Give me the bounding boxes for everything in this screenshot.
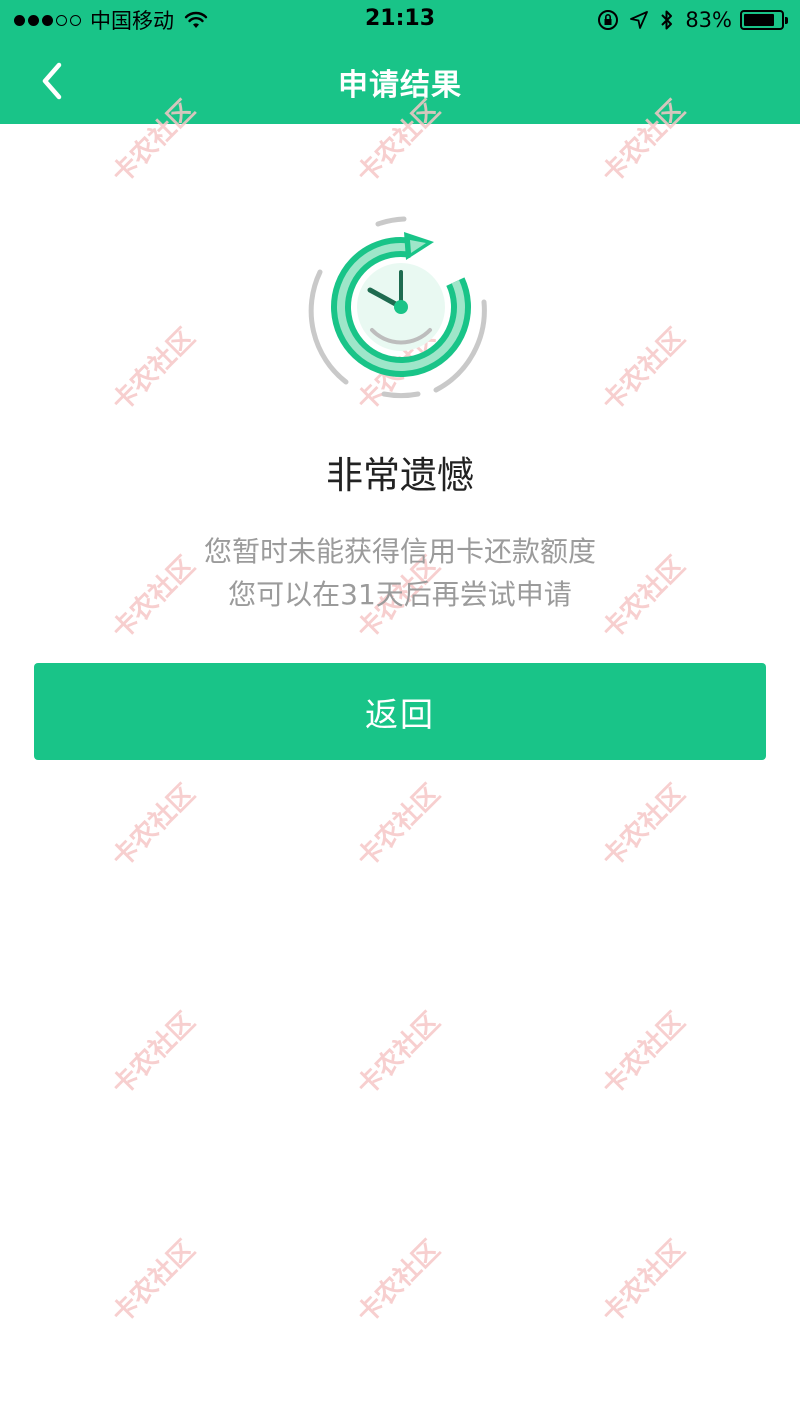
battery-icon bbox=[740, 10, 788, 30]
status-bar: 中国移动 21:13 83% bbox=[0, 0, 800, 40]
battery-level-fill bbox=[744, 14, 774, 26]
bluetooth-icon bbox=[661, 10, 673, 30]
return-button-label: 返回 bbox=[365, 694, 435, 734]
status-bar-right: 83% bbox=[587, 6, 788, 34]
page-title: 申请结果 bbox=[338, 68, 462, 103]
watermark: 卡农社区 bbox=[351, 1234, 447, 1330]
watermark: 卡农社区 bbox=[596, 1234, 692, 1330]
orientation-lock-icon bbox=[598, 10, 619, 30]
result-screen: 中国移动 21:13 83% 申请结果 卡农社区 卡农社区 卡农社区 卡农社区 … bbox=[0, 0, 800, 1423]
result-message-line: 您可以在31天后再尝试申请 bbox=[228, 578, 572, 611]
navigation-bar: 申请结果 bbox=[0, 40, 800, 124]
watermark: 卡农社区 bbox=[106, 778, 202, 874]
battery-percentage: 83% bbox=[685, 8, 732, 32]
clock-refresh-icon bbox=[308, 216, 487, 399]
watermark: 卡农社区 bbox=[106, 1006, 202, 1102]
watermark: 卡农社区 bbox=[596, 322, 692, 418]
watermark: 卡农社区 bbox=[596, 778, 692, 874]
location-arrow-icon bbox=[630, 11, 649, 29]
return-button[interactable]: 返回 bbox=[34, 663, 766, 760]
battery-cap bbox=[785, 17, 788, 24]
watermark: 卡农社区 bbox=[351, 778, 447, 874]
watermark: 卡农社区 bbox=[596, 1006, 692, 1102]
watermark: 卡农社区 bbox=[351, 1006, 447, 1102]
result-title: 非常遗憾 bbox=[326, 454, 474, 497]
watermark: 卡农社区 bbox=[106, 1234, 202, 1330]
watermark: 卡农社区 bbox=[106, 322, 202, 418]
result-message: 您暂时未能获得信用卡还款额度 您可以在31天后再尝试申请 bbox=[0, 530, 800, 616]
header: 中国移动 21:13 83% 申请结果 bbox=[0, 0, 800, 124]
result-message-line: 您暂时未能获得信用卡还款额度 bbox=[203, 535, 596, 568]
